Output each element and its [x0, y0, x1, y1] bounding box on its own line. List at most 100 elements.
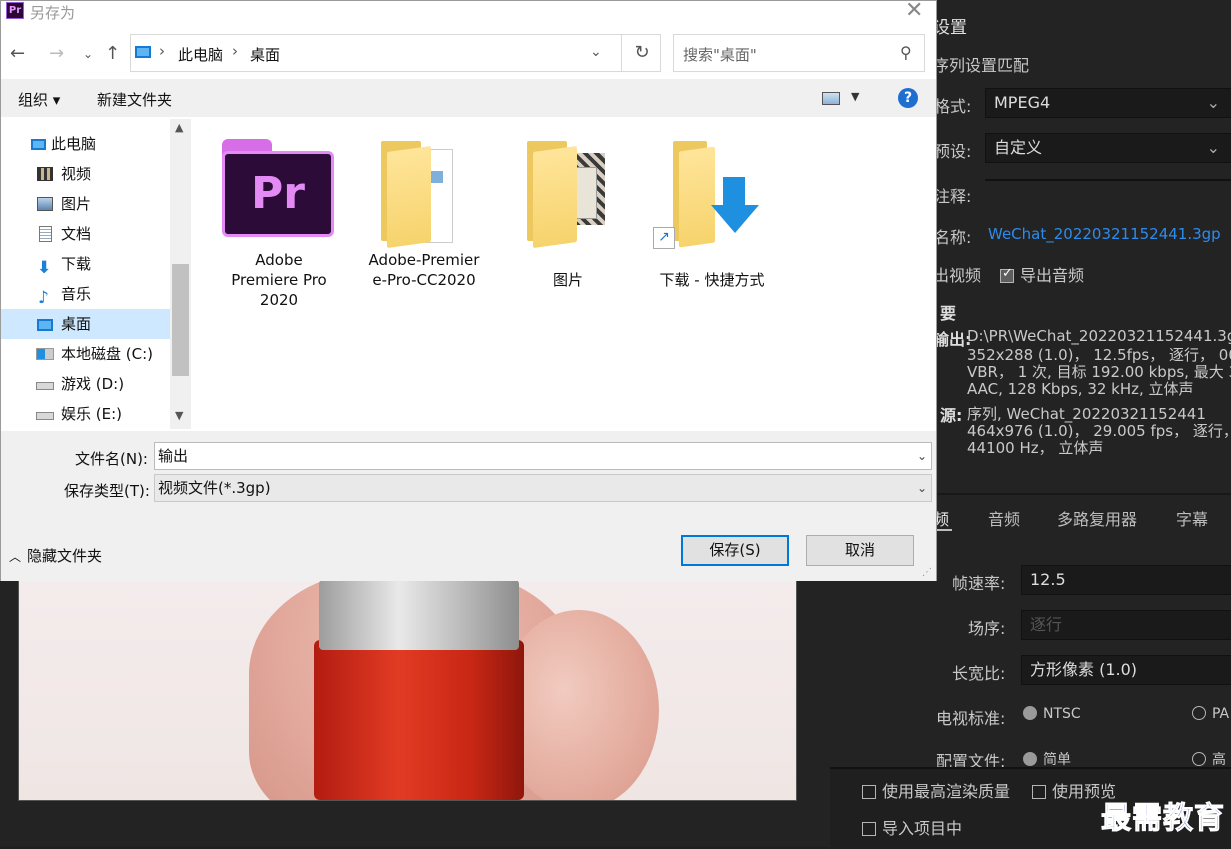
export-video-checkbox[interactable]: 出视频 [933, 262, 981, 286]
chevron-right-icon[interactable]: › [232, 42, 238, 60]
preset-label: 预设: [934, 142, 972, 161]
profile-high-radio[interactable]: 高 [1192, 749, 1226, 769]
sidebar-item-label: 游戏 (D:) [61, 375, 125, 393]
aspect-select[interactable]: 方形像素 (1.0) [1021, 655, 1231, 685]
shortcut-arrow-icon: ↗ [653, 227, 675, 249]
profile-simple-radio[interactable]: 简单 [1023, 749, 1071, 769]
import-into-project-checkbox[interactable]: 导入项目中 [862, 815, 962, 839]
breadcrumb-this-pc[interactable]: 此电脑 [178, 44, 223, 65]
tab-multiplexer[interactable]: 多路复用器 [1057, 506, 1137, 530]
help-icon[interactable]: ? [898, 88, 918, 108]
checkbox-icon [862, 785, 876, 799]
summary-source-line: 44100 Hz， 立体声 [967, 439, 1104, 457]
tab-captions[interactable]: 字幕 [1176, 506, 1208, 530]
sidebar-item-music[interactable]: ♪ 音乐 [1, 279, 170, 309]
preview-bottle-cap [319, 580, 519, 650]
desktop-icon [135, 46, 151, 58]
file-name-line: e-Pro-CC2020 [372, 271, 476, 289]
save-button[interactable]: 保存(S) [681, 535, 789, 566]
chevron-down-icon[interactable]: ⌄ [590, 44, 602, 60]
comment-input[interactable] [985, 179, 1231, 181]
chevron-down-icon[interactable]: ⌄ [917, 475, 927, 501]
radio-selected-icon [1023, 752, 1037, 766]
summary-header: 要 [940, 304, 957, 323]
video-icon [37, 167, 53, 181]
sidebar-item-desktop[interactable]: 桌面 [1, 309, 170, 339]
chevron-up-icon: ︿ [9, 550, 22, 564]
sidebar-item-label: 本地磁盘 (C:) [61, 345, 153, 363]
aspect-label: 长宽比: [952, 664, 1006, 683]
export-audio-label: 导出音频 [1020, 266, 1085, 285]
file-name-line: 2020 [259, 291, 299, 309]
file-name-line: Adobe [255, 251, 303, 269]
format-select[interactable]: MPEG4 ⌄ [985, 88, 1231, 118]
ntsc-label: NTSC [1043, 706, 1081, 722]
back-arrow-icon[interactable]: ← [10, 43, 25, 64]
sidebar-item-videos[interactable]: 视频 [1, 159, 170, 189]
chevron-right-icon[interactable]: › [159, 42, 165, 60]
cancel-button[interactable]: 取消 [806, 535, 914, 566]
sidebar-item-label: 娱乐 (E:) [61, 405, 123, 423]
address-bar[interactable]: › 此电脑 › 桌面 ⌄ ↻ [130, 34, 661, 72]
filename-label: 文件名(N): [75, 450, 148, 468]
filename-value: 输出 [158, 447, 189, 465]
desktop-icon [37, 319, 53, 331]
sidebar-item-label: 文档 [61, 225, 92, 243]
sidebar-item-documents[interactable]: 文档 [1, 219, 170, 249]
document-icon [39, 226, 52, 242]
scroll-down-icon[interactable]: ▼ [175, 409, 183, 422]
folder-icon [381, 141, 465, 249]
file-item[interactable]: Adobe-Premier e-Pro-CC2020 [353, 139, 495, 304]
chevron-down-icon[interactable]: ▼ [851, 90, 859, 103]
pal-radio[interactable]: PA [1192, 706, 1229, 722]
max-render-quality-checkbox[interactable]: 使用最高渲染质量 [862, 778, 1010, 802]
refresh-icon[interactable]: ↻ [621, 35, 662, 71]
dialog-titlebar[interactable]: Pr 另存为 ✕ [1, 0, 936, 23]
match-sequence-settings[interactable]: 序列设置匹配 [933, 52, 1029, 76]
sidebar-item-downloads[interactable]: ⬇ 下载 [1, 249, 170, 279]
download-shortcut-icon: ↗ [649, 141, 769, 249]
breadcrumb-desktop[interactable]: 桌面 [250, 44, 280, 65]
filetype-value: 视频文件(*.3gp) [158, 479, 271, 497]
filetype-select[interactable]: 视频文件(*.3gp) ⌄ [154, 474, 932, 502]
preset-select[interactable]: 自定义 ⌄ [985, 133, 1231, 163]
recent-locations-icon[interactable]: ⌄ [83, 47, 93, 61]
sidebar-item-drive-e[interactable]: 娱乐 (E:) [1, 399, 170, 429]
export-audio-checkbox[interactable]: 导出音频 [1000, 262, 1084, 286]
output-name-link[interactable]: WeChat_20220321152441.3gp [988, 225, 1221, 243]
field-order-select[interactable]: 逐行 [1021, 610, 1231, 640]
import-into-project-label: 导入项目中 [882, 819, 963, 838]
file-item[interactable]: 图片 [497, 139, 639, 289]
file-name-line: Adobe-Premier [368, 251, 480, 269]
chevron-down-icon[interactable]: ⌄ [917, 443, 927, 469]
field-order-label: 场序: [968, 619, 1006, 638]
navigation-scrollbar[interactable]: ▲ ▼ [170, 119, 191, 429]
close-icon[interactable]: ✕ [905, 0, 923, 23]
sidebar-item-drive-d[interactable]: 游戏 (D:) [1, 369, 170, 399]
file-name-line: 下载 - 快捷方式 [659, 271, 765, 289]
search-icon[interactable]: ⚲ [900, 43, 912, 62]
filename-input[interactable]: 输出 ⌄ [154, 442, 932, 470]
ntsc-radio[interactable]: NTSC [1023, 706, 1081, 722]
max-render-quality-label: 使用最高渲染质量 [882, 782, 1011, 801]
file-item[interactable]: ↗ 下载 - 快捷方式 [641, 139, 783, 289]
organize-menu[interactable]: 组织 ▾ [18, 89, 60, 110]
forward-arrow-icon[interactable]: → [49, 43, 64, 64]
sidebar-item-drive-c[interactable]: 本地磁盘 (C:) [1, 339, 170, 369]
hide-folders-toggle[interactable]: ︿ 隐藏文件夹 [9, 545, 102, 566]
dialog-title: 另存为 [30, 4, 76, 22]
frame-rate-select[interactable]: 12.5 [1021, 565, 1231, 595]
resize-grip-icon[interactable]: ⋰ [922, 567, 932, 578]
chevron-down-icon: ⌄ [1206, 93, 1220, 112]
scroll-up-icon[interactable]: ▲ [175, 121, 183, 134]
search-box[interactable]: 搜索"桌面" ⚲ [673, 34, 925, 72]
sidebar-item-this-pc[interactable]: 此电脑 [1, 129, 170, 159]
sidebar-item-pictures[interactable]: 图片 [1, 189, 170, 219]
new-folder-button[interactable]: 新建文件夹 [97, 89, 172, 110]
up-arrow-icon[interactable]: ↑ [105, 43, 120, 64]
scrollbar-thumb[interactable] [172, 264, 189, 376]
file-item[interactable]: Pr Adobe Premiere Pro 2020 [208, 139, 350, 324]
tab-audio[interactable]: 音频 [988, 506, 1020, 530]
view-options-icon[interactable] [822, 92, 840, 105]
drive-icon [36, 412, 54, 420]
